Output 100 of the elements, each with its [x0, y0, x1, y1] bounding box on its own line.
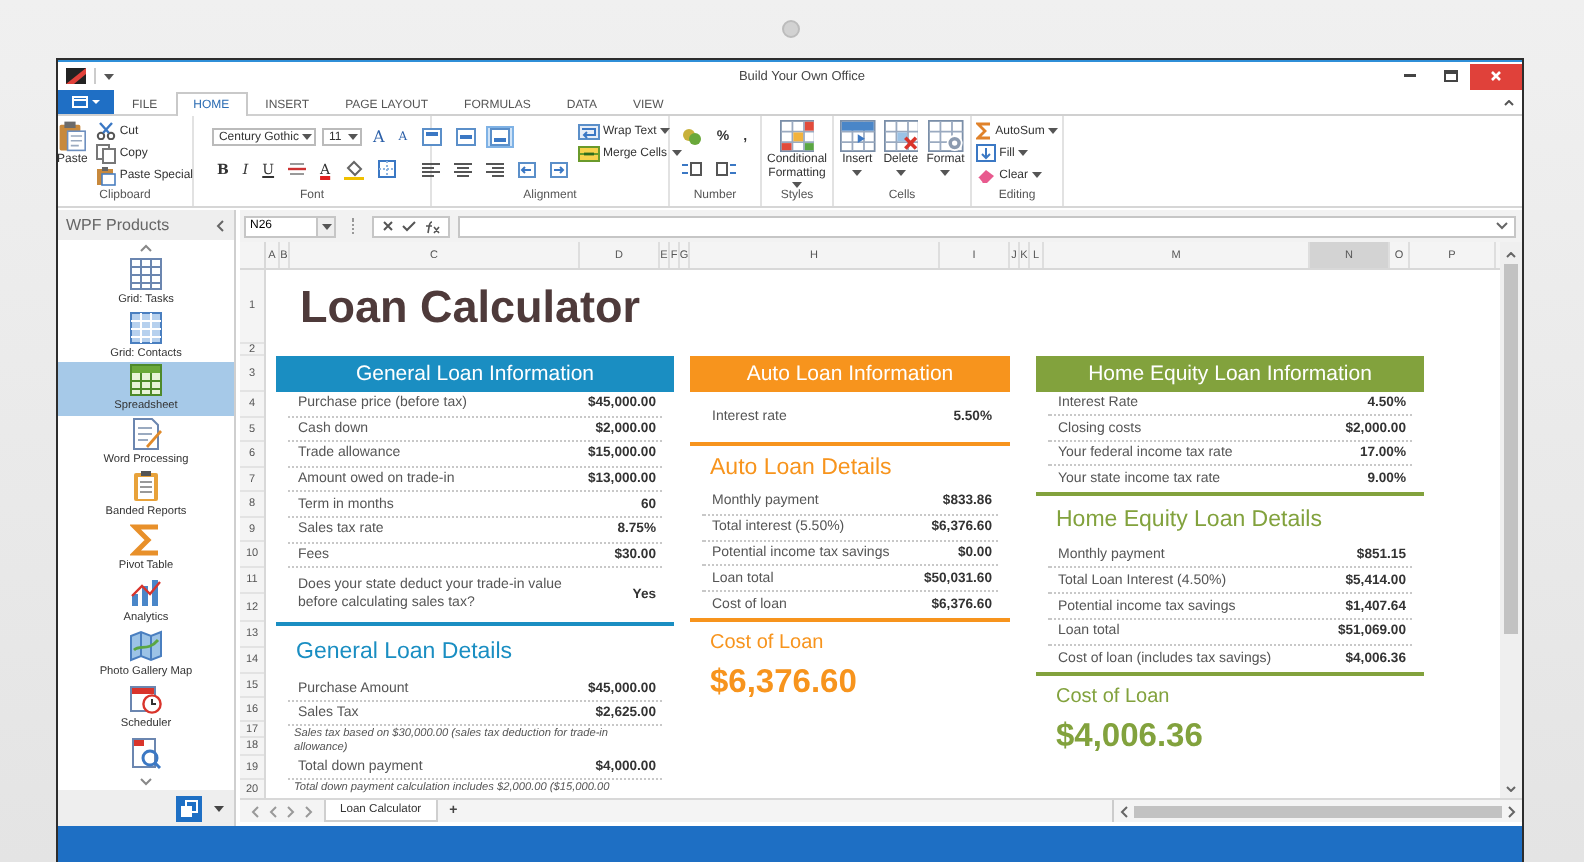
table-gear-icon — [927, 120, 964, 152]
caret-down-icon — [1048, 128, 1059, 134]
close-button[interactable] — [1470, 63, 1522, 89]
spreadsheet-icon — [130, 364, 162, 397]
align-right-icon — [485, 161, 503, 177]
align-middle-button[interactable] — [451, 126, 479, 148]
file-menu-button[interactable] — [58, 90, 114, 114]
caret-down-icon — [1032, 172, 1042, 178]
chevron-up-icon — [1506, 252, 1516, 258]
caret-down-icon — [302, 134, 313, 140]
caret-down-icon — [895, 169, 906, 176]
table-insert-icon — [839, 120, 875, 152]
scrollbar-thumb[interactable] — [1504, 264, 1518, 634]
sigma-icon — [130, 523, 162, 556]
cost-amount: $4,006.36 — [1054, 716, 1205, 759]
indent-decrease-icon — [517, 161, 535, 177]
borders-icon — [378, 160, 397, 178]
cost-title: Cost of Loan — [708, 629, 826, 654]
cost-amount: $6,376.60 — [708, 662, 859, 705]
indent-increase-icon — [549, 161, 567, 177]
chevron-left-icon[interactable] — [216, 219, 224, 231]
indent-increase-button[interactable] — [545, 158, 571, 180]
paint-bucket-icon — [344, 159, 365, 179]
scrollbar-thumb[interactable] — [1134, 805, 1502, 817]
windows-icon — [180, 799, 198, 817]
chevron-up-icon[interactable] — [1504, 99, 1514, 105]
fill-down-icon — [975, 144, 996, 162]
strikethrough-icon — [288, 160, 307, 178]
caret-down-icon — [660, 128, 671, 134]
section-title: Home Equity Loan Details — [1054, 505, 1324, 536]
align-center-button[interactable] — [449, 158, 475, 180]
section-header: Home Equity Loan Information — [1036, 356, 1424, 392]
document-search-icon — [130, 737, 162, 769]
caret-down-icon — [104, 73, 114, 79]
coins-button[interactable] — [678, 126, 707, 148]
conditional-formatting-icon — [779, 120, 815, 152]
caret-down-icon — [792, 182, 802, 189]
wrap-text-icon — [577, 123, 599, 139]
decimal-decrease-button[interactable] — [712, 158, 741, 180]
copy-icon — [95, 143, 116, 163]
table-icon — [130, 311, 162, 344]
caret-down-icon — [92, 100, 100, 104]
scissors-icon — [95, 122, 116, 140]
caret-down-icon — [214, 805, 224, 811]
function-icon[interactable] — [424, 219, 440, 233]
section-title: Auto Loan Details — [708, 454, 894, 484]
chevron-right-icon — [1508, 805, 1516, 817]
strikethrough-button[interactable] — [284, 158, 311, 180]
camera-icon — [781, 20, 799, 38]
caret-down-icon — [1018, 150, 1029, 156]
calendar-clock-icon — [130, 682, 162, 715]
map-icon — [130, 629, 162, 662]
table-icon — [130, 258, 162, 291]
caret-down-icon — [671, 150, 682, 156]
section-header: Auto Loan Information — [690, 356, 1010, 392]
clipboard-icon — [130, 470, 162, 503]
decimal-increase-button[interactable] — [678, 158, 707, 180]
borders-button[interactable] — [374, 158, 401, 180]
section-header: General Loan Information — [276, 356, 674, 392]
chevron-down-icon[interactable] — [1496, 222, 1508, 230]
sheet-title: Loan Calculator — [298, 279, 643, 335]
align-left-icon — [421, 161, 439, 177]
sigma-icon — [975, 122, 992, 140]
cancel-icon[interactable] — [382, 220, 394, 232]
clipboard-icon — [95, 165, 116, 185]
decimal-decrease-icon — [716, 162, 737, 176]
caret-down-icon — [321, 223, 331, 229]
decimal-increase-icon — [682, 162, 703, 176]
merge-cells-icon — [577, 145, 599, 161]
section-title: General Loan Details — [294, 638, 515, 669]
indent-decrease-button[interactable] — [513, 158, 539, 180]
sidebar-title: WPF Products — [66, 216, 170, 234]
eraser-icon — [975, 167, 996, 183]
window-icon — [72, 96, 88, 108]
align-left-button[interactable] — [417, 158, 443, 180]
align-bottom-button[interactable] — [485, 126, 513, 148]
check-icon[interactable] — [402, 220, 416, 232]
paint-bucket-button[interactable] — [340, 158, 369, 180]
align-right-button[interactable] — [481, 158, 507, 180]
align-top-icon — [421, 128, 441, 146]
table-delete-icon — [883, 120, 919, 152]
align-center-icon — [453, 161, 471, 177]
caret-down-icon — [852, 169, 863, 176]
caret-down-icon — [940, 169, 951, 176]
align-bottom-icon — [489, 128, 509, 146]
chevron-left-icon — [1120, 805, 1128, 817]
close-icon — [1490, 70, 1502, 82]
vertical-scrollbar[interactable] — [1500, 242, 1522, 798]
caret-down-icon — [348, 134, 359, 140]
document-pen-icon — [130, 417, 162, 450]
chart-icon — [130, 576, 162, 609]
chevron-up-icon[interactable] — [140, 244, 152, 252]
chevron-down-icon[interactable] — [140, 777, 152, 785]
grow-font-button[interactable]: A — [368, 126, 389, 148]
align-middle-icon — [455, 128, 475, 146]
align-top-button[interactable] — [417, 126, 445, 148]
window-button[interactable] — [176, 795, 202, 821]
formula-input[interactable] — [458, 215, 1516, 237]
chevron-down-icon — [1506, 786, 1516, 792]
coins-icon — [682, 128, 703, 146]
